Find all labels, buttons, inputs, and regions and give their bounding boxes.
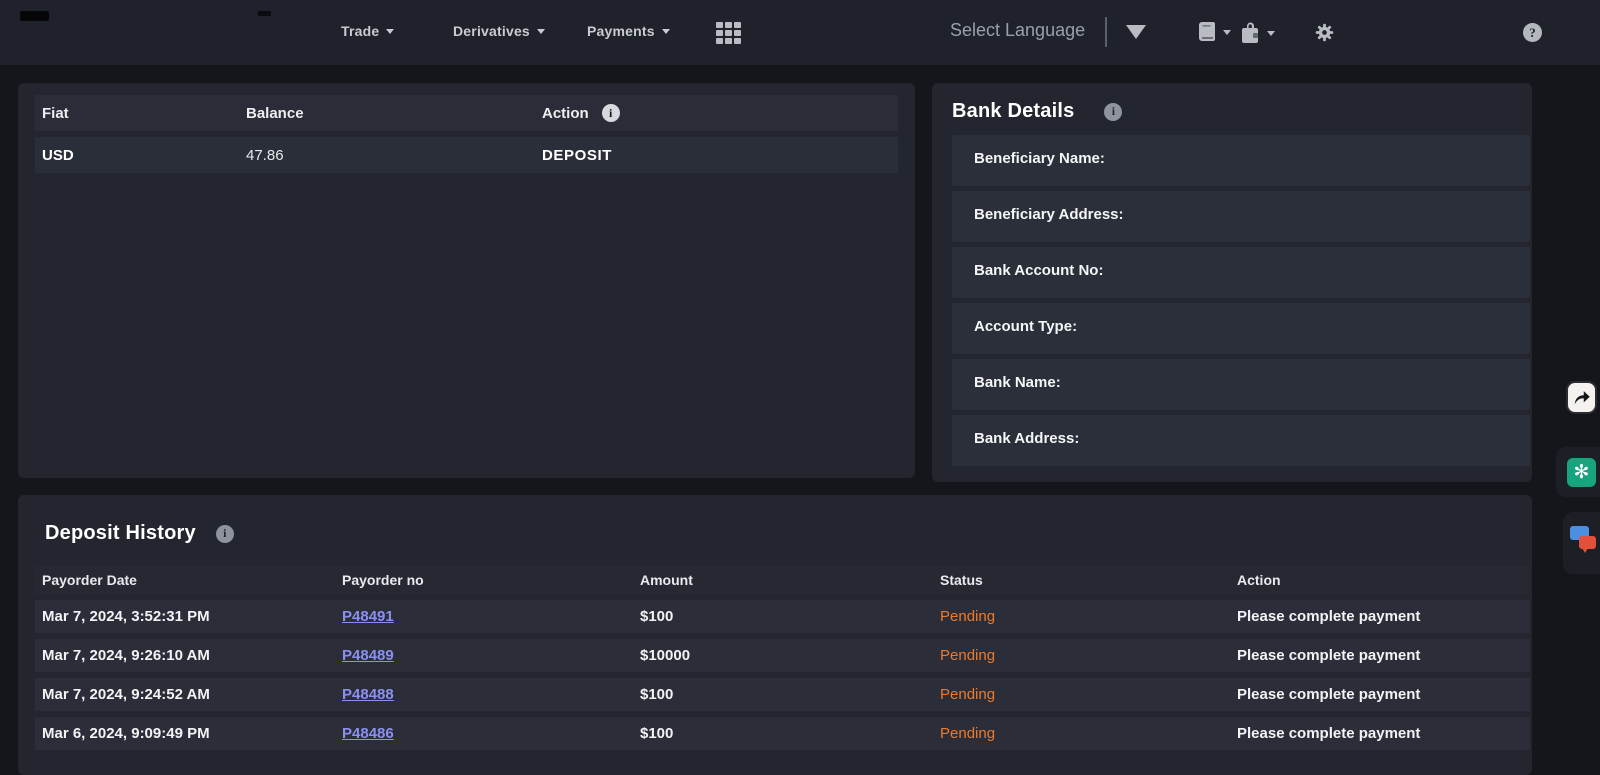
divider	[1105, 17, 1107, 47]
payorder-date: Mar 6, 2024, 9:09:49 PM	[42, 725, 342, 742]
status-badge: Pending	[940, 725, 1237, 742]
help-icon[interactable]: ?	[1523, 23, 1542, 42]
payorder-date: Mar 7, 2024, 3:52:31 PM	[42, 608, 342, 625]
amount: $10000	[640, 647, 940, 664]
chatgpt-extension-dock: ✻	[1556, 447, 1600, 497]
gear-icon	[1314, 22, 1335, 43]
payorder-link[interactable]: P48491	[342, 608, 394, 625]
top-navbar: Trade Derivatives Payments Select Langua…	[0, 0, 1600, 65]
payorder-link[interactable]: P48486	[342, 725, 394, 742]
deposit-history-panel: Deposit History i Payorder Date Payorder…	[18, 495, 1532, 775]
nav-menu-trade[interactable]: Trade	[341, 23, 394, 39]
bank-details-panel: Bank Details i Beneficiary Name: Benefic…	[932, 83, 1532, 482]
action-text: Please complete payment	[1237, 725, 1530, 742]
deposit-history-title: Deposit History	[45, 522, 196, 545]
action-text: Please complete payment	[1237, 608, 1530, 625]
fiat-header: Fiat	[42, 105, 246, 122]
table-row: Mar 6, 2024, 9:09:49 PM P48486 $100 Pend…	[35, 717, 1530, 750]
status-badge: Pending	[940, 686, 1237, 703]
action-info-icon[interactable]: i	[602, 104, 620, 122]
fiat-balance-panel: Fiat Balance Action i USD 47.86 DEPOSIT	[18, 83, 915, 478]
fiat-table-row: USD 47.86 DEPOSIT	[35, 137, 898, 173]
wallet-lock-icon	[1238, 20, 1262, 47]
bank-field-account-type: Account Type:	[952, 303, 1530, 354]
secure-wallet-button[interactable]	[1238, 20, 1275, 47]
action-header-label: Action	[542, 105, 589, 122]
col-amount: Amount	[640, 572, 940, 588]
amount: $100	[640, 725, 940, 742]
bank-field-beneficiary-name: Beneficiary Name:	[952, 135, 1530, 186]
action-text: Please complete payment	[1237, 686, 1530, 703]
table-row: Mar 7, 2024, 9:24:52 AM P48488 $100 Pend…	[35, 678, 1530, 711]
payorder-link[interactable]: P48488	[342, 686, 394, 703]
deposit-table-header: Payorder Date Payorder no Amount Status …	[35, 566, 1530, 594]
chevron-down-icon	[1223, 30, 1231, 35]
logo-mark	[258, 11, 271, 16]
table-row: Mar 7, 2024, 9:26:10 AM P48489 $10000 Pe…	[35, 639, 1530, 672]
deposit-history-info-icon[interactable]: i	[216, 525, 234, 543]
fiat-balance-value: 47.86	[246, 147, 542, 164]
bank-field-bank-name: Bank Name:	[952, 359, 1530, 410]
payorder-date: Mar 7, 2024, 9:24:52 AM	[42, 686, 342, 703]
select-language-dropdown[interactable]: Select Language	[950, 20, 1085, 41]
share-extension-button[interactable]	[1566, 381, 1597, 414]
chat-bubbles-icon[interactable]	[1570, 526, 1598, 560]
col-payorder-date: Payorder Date	[42, 572, 342, 588]
balance-header: Balance	[246, 105, 542, 122]
site-logo[interactable]	[20, 11, 49, 21]
table-row: Mar 7, 2024, 3:52:31 PM P48491 $100 Pend…	[35, 600, 1530, 633]
status-badge: Pending	[940, 647, 1237, 664]
amount: $100	[640, 608, 940, 625]
nav-menu-payments[interactable]: Payments	[587, 23, 670, 39]
bank-details-title: Bank Details	[952, 100, 1074, 123]
fiat-currency: USD	[42, 147, 246, 164]
col-action: Action	[1237, 572, 1530, 588]
action-header: Action i	[542, 104, 898, 122]
share-arrow-icon	[1571, 387, 1592, 408]
apps-grid-icon[interactable]	[716, 22, 742, 44]
amount: $100	[640, 686, 940, 703]
status-badge: Pending	[940, 608, 1237, 625]
red-bubble	[1579, 536, 1596, 549]
bank-field-bank-address: Bank Address:	[952, 415, 1530, 466]
bank-field-account-no: Bank Account No:	[952, 247, 1530, 298]
book-icon	[1196, 20, 1218, 44]
action-text: Please complete payment	[1237, 647, 1530, 664]
bank-field-beneficiary-address: Beneficiary Address:	[952, 191, 1530, 242]
fiat-table: Fiat Balance Action i USD 47.86 DEPOSIT	[35, 95, 898, 173]
deposit-button[interactable]: DEPOSIT	[542, 147, 612, 164]
col-payorder-no: Payorder no	[342, 572, 640, 588]
chat-extension-dock	[1563, 512, 1600, 574]
language-caret-icon[interactable]	[1126, 25, 1146, 39]
settings-button[interactable]	[1314, 22, 1335, 43]
chatgpt-icon[interactable]: ✻	[1567, 458, 1596, 487]
payorder-link[interactable]: P48489	[342, 647, 394, 664]
orders-book-button[interactable]	[1196, 20, 1231, 44]
payorder-date: Mar 7, 2024, 9:26:10 AM	[42, 647, 342, 664]
nav-menu-derivatives[interactable]: Derivatives	[453, 23, 545, 39]
bank-details-info-icon[interactable]: i	[1104, 103, 1122, 121]
deposit-history-table: Payorder Date Payorder no Amount Status …	[35, 566, 1530, 750]
col-status: Status	[940, 572, 1237, 588]
chevron-down-icon	[1267, 31, 1275, 36]
fiat-table-header: Fiat Balance Action i	[35, 95, 898, 131]
